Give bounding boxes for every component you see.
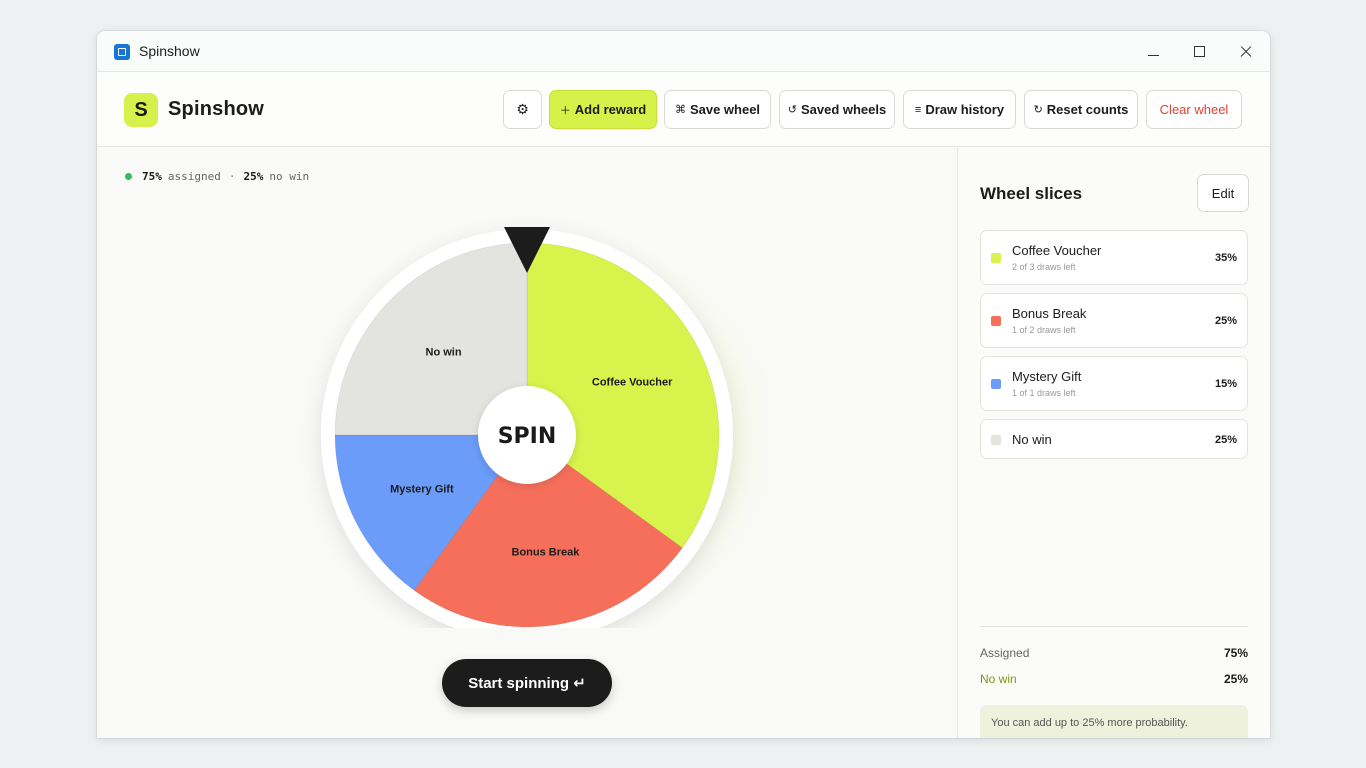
clear-wheel-label: Clear wheel: [1159, 102, 1229, 117]
slice-item-bonus-break[interactable]: Bonus Break 1 of 2 draws left 25%: [980, 293, 1248, 348]
edit-button[interactable]: Edit: [1197, 174, 1249, 212]
status-dot: [125, 173, 132, 180]
slice-percent: 25%: [1214, 315, 1237, 327]
slice-name: Coffee Voucher: [1012, 243, 1102, 258]
slice-item-no-win[interactable]: No win 25%: [980, 419, 1248, 459]
assigned-label: assigned: [167, 170, 221, 183]
start-spinning-button[interactable]: Start spinning ↵: [442, 659, 612, 707]
slice-item-mystery-gift[interactable]: Mystery Gift 1 of 1 draws left 15%: [980, 356, 1248, 411]
draw-history-label: Draw history: [925, 102, 1005, 117]
slice-swatch: [991, 253, 1001, 263]
wheel-slice-label: Coffee Voucher: [592, 376, 673, 388]
add-reward-label: Add reward: [574, 102, 647, 117]
slice-swatch: [991, 316, 1001, 326]
wheel-area: 75% assigned · 25% no win Coffee Voucher…: [97, 148, 957, 738]
gear-icon: ⚙: [516, 101, 529, 117]
slice-item-coffee-voucher[interactable]: Coffee Voucher 2 of 3 draws left 35%: [980, 230, 1248, 285]
probability-note: You can add up to 25% more probability.: [980, 705, 1248, 738]
logo: S: [124, 93, 158, 127]
app-header: S Spinshow ⚙ ＋ Add reward ⌘ Save wheel ↺…: [97, 72, 1270, 147]
spin-hub-label: SPIN: [498, 424, 557, 449]
slice-draws-left: 1 of 2 draws left: [1012, 325, 1076, 335]
assigned-summary-label: Assigned: [980, 646, 1030, 660]
slice-draws-left: 2 of 3 draws left: [1012, 262, 1076, 272]
close-button[interactable]: [1233, 39, 1259, 65]
save-wheel-label: Save wheel: [689, 102, 761, 117]
slices-panel: Wheel slices Edit Coffee Voucher 2 of 3 …: [957, 148, 1270, 738]
title-bar: Spinshow: [97, 31, 1270, 72]
wheel-slice-label: Mystery Gift: [390, 484, 454, 496]
slice-name: No win: [1012, 432, 1052, 447]
saved-wheels-label: Saved wheels: [800, 102, 887, 117]
slice-swatch: [991, 379, 1001, 389]
nowin-percent: 25%: [243, 170, 264, 183]
minimize-button[interactable]: [1141, 39, 1167, 65]
draw-history-button[interactable]: ≡ Draw history: [903, 90, 1016, 129]
settings-button[interactable]: ⚙: [503, 90, 542, 129]
prize-wheel[interactable]: Coffee Voucher Bonus Break Mystery Gift No …: [287, 188, 797, 646]
assignment-status: 75% assigned · 25% no win: [125, 170, 309, 183]
assigned-percent: 75%: [142, 170, 162, 183]
list-icon: ≡: [914, 103, 922, 116]
slice-draws-left: 1 of 1 draws left: [1012, 388, 1076, 398]
reset-counts-button[interactable]: ↻ Reset counts: [1024, 90, 1138, 129]
slice-name: Mystery Gift: [1012, 369, 1082, 384]
saved-wheels-button[interactable]: ↺ Saved wheels: [779, 90, 895, 129]
wheel-slice-label: No win: [426, 347, 462, 359]
summary-divider: [980, 626, 1248, 627]
add-reward-button[interactable]: ＋ Add reward: [549, 90, 657, 129]
nowin-summary-label: No win: [980, 672, 1017, 686]
save-wheel-button[interactable]: ⌘ Save wheel: [664, 90, 771, 129]
slice-percent: 15%: [1214, 378, 1237, 390]
window-title: Spinshow: [139, 43, 200, 59]
command-icon: ⌘: [674, 104, 686, 116]
slice-swatch: [991, 435, 1001, 445]
brand-name: Spinshow: [168, 98, 265, 120]
clear-wheel-button[interactable]: Clear wheel: [1146, 90, 1242, 129]
slice-percent: 25%: [1214, 434, 1237, 446]
nowin-label: no win: [269, 170, 310, 183]
app-window: Spinshow S Spinshow ⚙ ＋ Add reward ⌘ Sav…: [97, 31, 1270, 738]
plus-icon: ＋: [559, 104, 571, 117]
nowin-summary-value: 25%: [1223, 672, 1248, 686]
slice-name: Bonus Break: [1012, 306, 1087, 321]
slice-percent: 35%: [1214, 252, 1237, 264]
app-icon: [114, 44, 130, 60]
panel-title: Wheel slices: [980, 184, 1083, 203]
wheel-slice-label: Bonus Break: [512, 547, 581, 559]
reset-counts-label: Reset counts: [1046, 102, 1129, 117]
status-separator: ·: [228, 170, 236, 183]
reset-icon: ↻: [1033, 104, 1043, 116]
assigned-summary-value: 75%: [1223, 646, 1248, 660]
maximize-button[interactable]: [1187, 39, 1213, 65]
wheel-graphic: Coffee Voucher Bonus Break Mystery Gift No …: [321, 226, 797, 646]
refresh-icon: ↺: [787, 104, 797, 116]
